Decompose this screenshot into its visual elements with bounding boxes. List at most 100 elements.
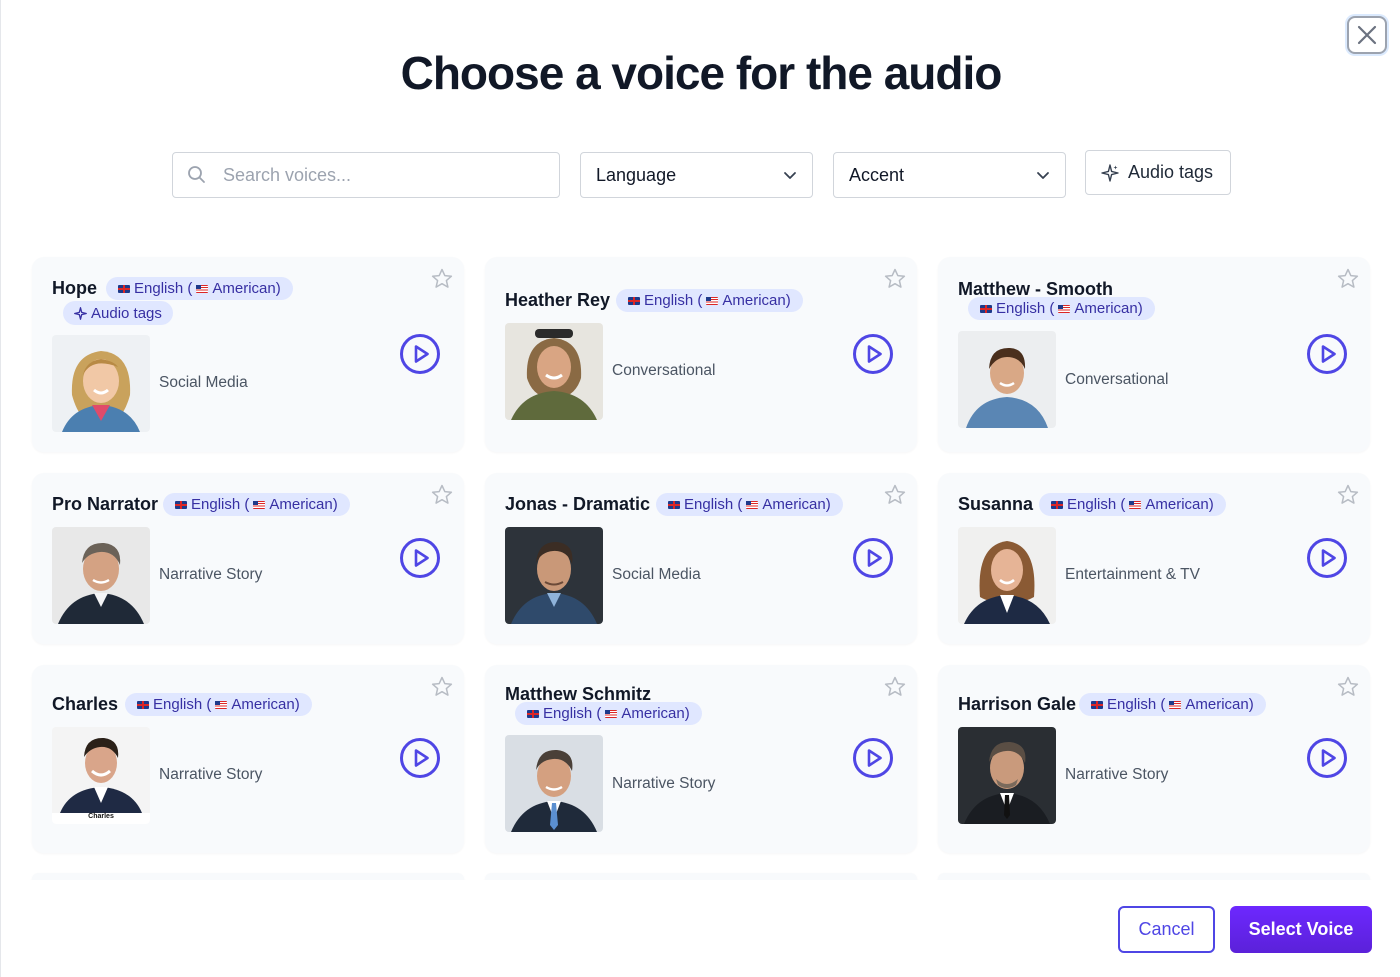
- us-flag-icon: [1058, 304, 1071, 313]
- voice-card-pro-narrator[interactable]: Pro Narrator English ( American) Narrativ…: [32, 473, 464, 644]
- play-icon[interactable]: [852, 333, 894, 375]
- cancel-button[interactable]: Cancel: [1118, 906, 1215, 953]
- voice-name: Harrison Gale: [958, 694, 1077, 714]
- voice-avatar: [958, 727, 1056, 824]
- favorite-star-icon[interactable]: [1336, 675, 1360, 699]
- voice-name: Pro Narrator: [52, 494, 159, 514]
- voice-name: Hope: [52, 278, 97, 298]
- voice-card-jonas-dramatic[interactable]: Jonas - Dramatic English (American) Soci…: [485, 473, 917, 644]
- sparkle-icon: [1101, 163, 1119, 182]
- chevron-down-icon: [1037, 172, 1049, 179]
- uk-flag-icon: [137, 700, 149, 709]
- favorite-star-icon[interactable]: [430, 675, 454, 699]
- us-flag-icon: [1129, 500, 1142, 509]
- uk-flag-icon: [175, 500, 187, 509]
- sparkle-icon: [74, 306, 87, 320]
- play-icon[interactable]: [852, 537, 894, 579]
- language-select-label: Language: [596, 164, 677, 185]
- voice-card-matthew-schmitz[interactable]: Matthew Schmitz English (American) Narra…: [485, 665, 917, 853]
- voice-name: Heather Rey: [505, 290, 611, 310]
- language-badge: English ( American): [515, 702, 702, 725]
- language-badge: English (American): [656, 493, 843, 516]
- voice-card-susanna[interactable]: Susanna English (American) Entertainment…: [938, 473, 1370, 644]
- search-icon: [187, 164, 209, 186]
- voice-style: Narrative Story: [1065, 766, 1169, 783]
- language-badge: English (American): [968, 297, 1155, 320]
- voice-avatar: [958, 331, 1056, 428]
- badge-text-end: American): [762, 496, 831, 513]
- language-select[interactable]: Language: [580, 152, 813, 198]
- badge-text-start: English (: [1107, 696, 1166, 713]
- language-badge: English (American): [1079, 693, 1266, 716]
- voice-card-heather-rey[interactable]: Heather Rey English ( American) Conversat…: [485, 257, 917, 452]
- modal-title: Choose a voice for the audio: [400, 47, 1003, 99]
- language-badge: English ( American): [125, 693, 312, 716]
- favorite-star-icon[interactable]: [1336, 483, 1360, 507]
- voice-card-hope[interactable]: Hope English (American) Audio tags Socia…: [32, 257, 464, 452]
- voice-card-charles[interactable]: Charles English (American) Charles Narra…: [32, 665, 464, 853]
- badge-text-end: American): [722, 292, 791, 309]
- accent-select-label: Accent: [849, 164, 905, 185]
- close-icon: [1357, 25, 1377, 45]
- play-icon[interactable]: [1306, 537, 1348, 579]
- badge-text-start: English (: [191, 496, 250, 513]
- badge-text-start: English (: [153, 696, 212, 713]
- badge-text-end: American): [212, 280, 281, 297]
- favorite-star-icon[interactable]: [883, 675, 907, 699]
- audio-tags-filter-button[interactable]: Audio tags: [1085, 150, 1231, 195]
- voice-avatar: Charles: [52, 727, 150, 824]
- search-input[interactable]: [223, 164, 543, 186]
- us-flag-icon: [1169, 700, 1182, 709]
- language-badge: English ( American): [616, 289, 803, 312]
- search-field[interactable]: [172, 152, 560, 198]
- favorite-star-icon[interactable]: [883, 483, 907, 507]
- badge-text-end: American): [621, 705, 690, 722]
- uk-flag-icon: [118, 284, 130, 293]
- favorite-star-icon[interactable]: [1336, 267, 1360, 291]
- voice-style: Conversational: [612, 362, 716, 379]
- voice-style: Narrative Story: [159, 566, 263, 583]
- audio-tags-badge-label: Audio tags: [91, 304, 162, 322]
- favorite-star-icon[interactable]: [883, 267, 907, 291]
- audio-tags-badge[interactable]: Audio tags: [63, 301, 173, 325]
- play-icon[interactable]: [1306, 737, 1348, 779]
- badge-text-end: American): [1074, 300, 1143, 317]
- favorite-star-icon[interactable]: [430, 483, 454, 507]
- badge-text-end: American): [269, 496, 338, 513]
- us-flag-icon: [706, 296, 719, 305]
- play-icon[interactable]: [399, 333, 441, 375]
- us-flag-icon: [746, 500, 759, 509]
- favorite-star-icon[interactable]: [430, 267, 454, 291]
- language-badge: English (American): [1039, 493, 1226, 516]
- badge-text-start: English (: [644, 292, 703, 309]
- play-icon[interactable]: [1306, 333, 1348, 375]
- audio-tags-filter-label: Audio tags: [1128, 162, 1214, 182]
- voice-card-harrison-gale[interactable]: Harrison Gale English (American) Narrati…: [938, 665, 1370, 853]
- play-icon[interactable]: [852, 737, 894, 779]
- voice-style: Conversational: [1065, 371, 1169, 388]
- us-flag-icon: [196, 284, 209, 293]
- us-flag-icon: [253, 500, 266, 509]
- voice-avatar: [958, 527, 1056, 624]
- select-voice-button[interactable]: Select Voice: [1230, 906, 1372, 953]
- uk-flag-icon: [1091, 700, 1103, 709]
- badge-text-start: English (: [543, 705, 602, 722]
- voice-name: Charles: [52, 694, 119, 714]
- play-icon[interactable]: [399, 537, 441, 579]
- language-badge: English ( American): [163, 493, 350, 516]
- voice-name: Susanna: [958, 494, 1034, 514]
- uk-flag-icon: [668, 500, 680, 509]
- voice-style: Entertainment & TV: [1065, 566, 1200, 583]
- voice-style: Social Media: [159, 374, 248, 391]
- voice-picker-modal: Choose a voice for the audio Language Ac…: [0, 0, 1400, 977]
- voice-avatar: [505, 527, 603, 624]
- badge-text-end: American): [1145, 496, 1214, 513]
- voice-card-matthew-smooth[interactable]: Matthew - Smooth English (American) Conv…: [938, 257, 1370, 452]
- uk-flag-icon: [527, 709, 539, 718]
- voice-style: Narrative Story: [612, 775, 716, 792]
- avatar-caption: Charles: [88, 813, 114, 820]
- accent-select[interactable]: Accent: [833, 152, 1066, 198]
- play-icon[interactable]: [399, 737, 441, 779]
- badge-text-end: American): [231, 696, 300, 713]
- us-flag-icon: [215, 700, 228, 709]
